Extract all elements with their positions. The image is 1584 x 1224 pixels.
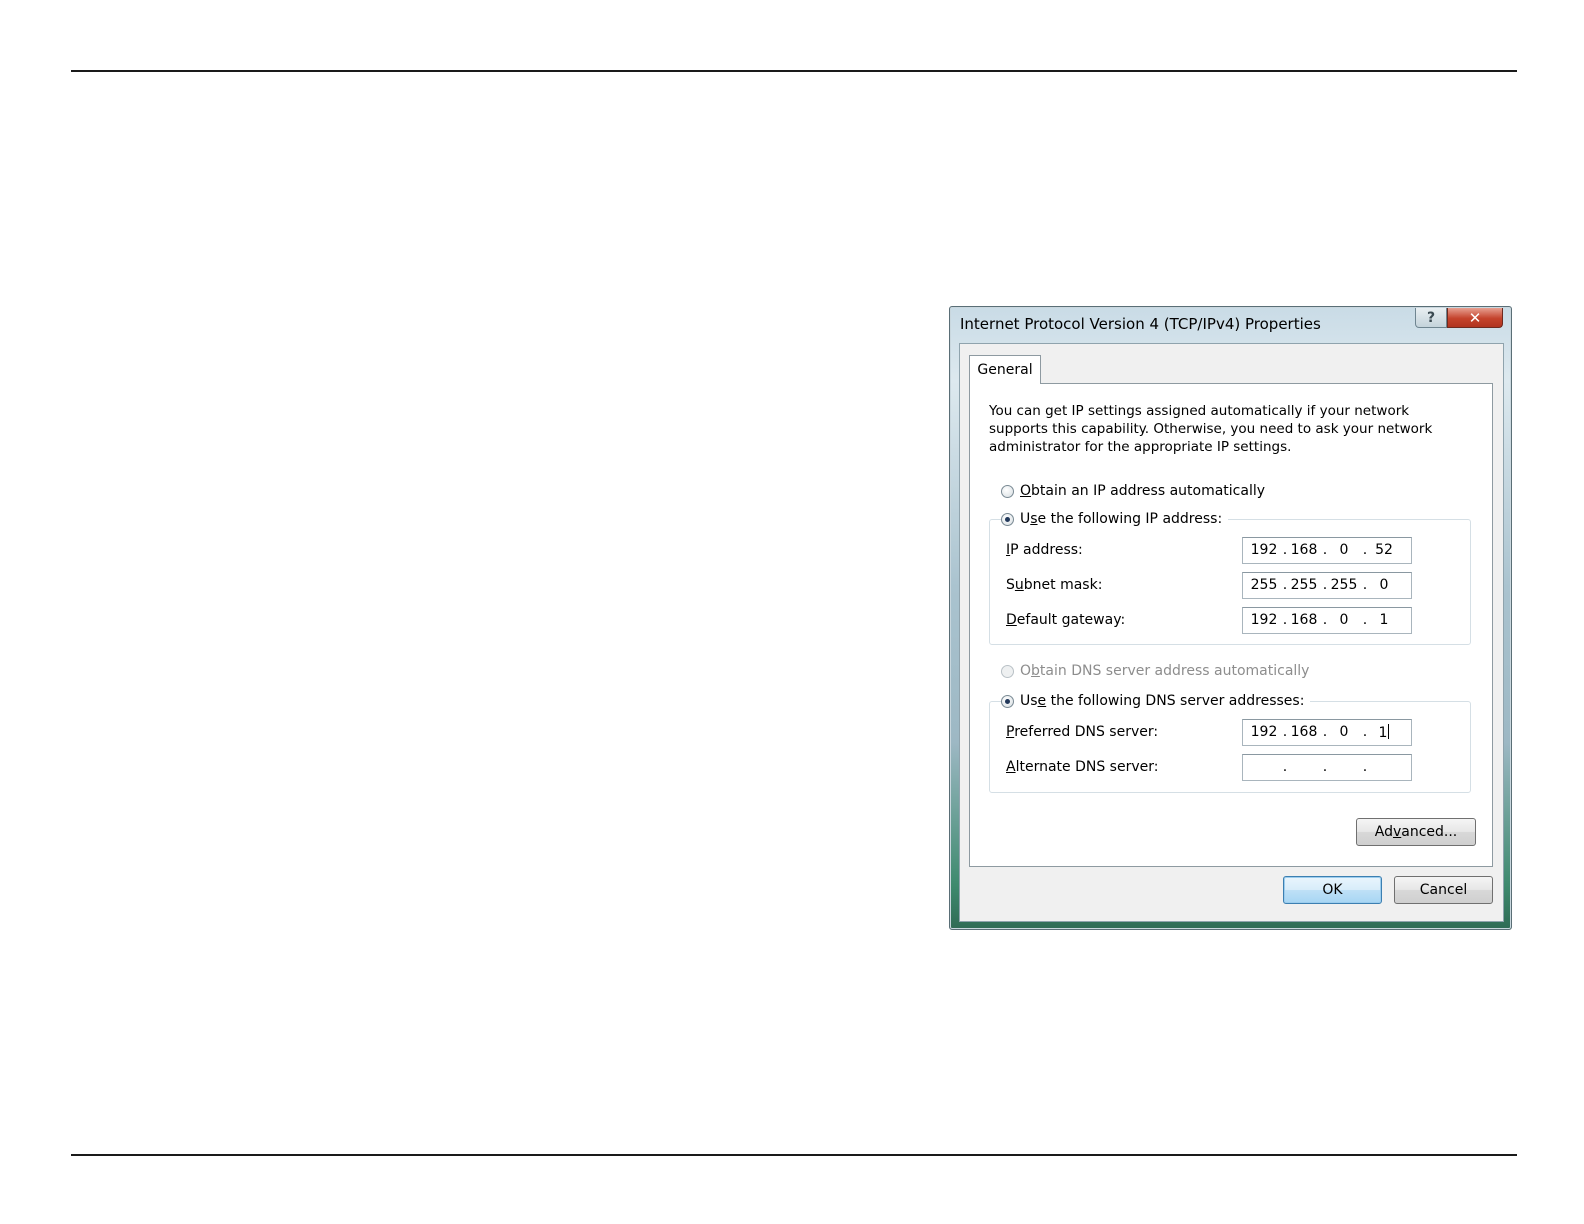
subnet-octet-2: 255 [1290, 577, 1318, 593]
octet-separator: . [1322, 724, 1328, 740]
octet-separator: . [1282, 577, 1288, 593]
default-gateway-input[interactable]: 192 . 168 . 0 . 1 [1242, 607, 1412, 634]
octet-separator: . [1282, 759, 1288, 775]
use-following-ip-radio[interactable]: Use the following IP address: [1001, 510, 1229, 528]
help-icon: ? [1426, 309, 1436, 326]
octet-separator: . [1322, 542, 1328, 558]
ip-address-group: IP address: 192 . 168 . 0 . 52 Subnet ma… [989, 519, 1471, 645]
subnet-mask-label: Subnet mask: [1006, 577, 1103, 593]
octet-separator: . [1322, 577, 1328, 593]
ip-address-input[interactable]: 192 . 168 . 0 . 52 [1242, 537, 1412, 564]
preferred-dns-label: Preferred DNS server: [1006, 724, 1159, 740]
preferred-dns-octet-4-wrap: 1 [1369, 724, 1399, 741]
subnet-octet-3: 255 [1330, 577, 1358, 593]
preferred-dns-octet-3: 0 [1339, 724, 1349, 740]
preferred-dns-octet-4: 1 [1378, 725, 1388, 741]
page-rule-top [71, 70, 1517, 72]
gateway-octet-2: 168 [1290, 612, 1318, 628]
subnet-mask-input[interactable]: 255 . 255 . 255 . 0 [1242, 572, 1412, 599]
close-icon: ✕ [1468, 308, 1482, 327]
octet-separator: . [1362, 612, 1368, 628]
octet-separator: . [1282, 724, 1288, 740]
octet-separator: . [1282, 612, 1288, 628]
gateway-octet-4: 1 [1379, 612, 1389, 628]
obtain-ip-auto-label: Obtain an IP address automatically [1020, 483, 1266, 499]
advanced-button-label: Advanced... [1374, 824, 1458, 840]
tab-general[interactable]: General [969, 355, 1041, 384]
gateway-octet-3: 0 [1339, 612, 1349, 628]
alternate-dns-input[interactable]: . . . [1242, 754, 1412, 781]
octet-separator: . [1362, 759, 1368, 775]
obtain-dns-auto-radio[interactable]: Obtain DNS server address automatically [1001, 662, 1309, 680]
subnet-octet-4: 0 [1379, 577, 1389, 593]
radio-unchecked-icon [1001, 484, 1014, 498]
obtain-ip-auto-radio[interactable]: Obtain an IP address automatically [1001, 482, 1265, 500]
radio-checked-icon [1001, 512, 1014, 526]
use-following-dns-label: Use the following DNS server addresses: [1020, 693, 1305, 709]
dialog-title: Internet Protocol Version 4 (TCP/IPv4) P… [960, 315, 1321, 333]
octet-separator: . [1322, 612, 1328, 628]
help-button[interactable]: ? [1415, 308, 1447, 328]
radio-checked-icon [1001, 694, 1014, 708]
octet-separator: . [1362, 542, 1368, 558]
ok-button[interactable]: OK [1283, 876, 1382, 904]
dialog-client-area: General You can get IP settings assigned… [959, 343, 1504, 922]
subnet-octet-1: 255 [1250, 577, 1278, 593]
dns-server-group: Preferred DNS server: 192 . 168 . 0 . 1 … [989, 701, 1471, 793]
ip-octet-1: 192 [1250, 542, 1278, 558]
preferred-dns-octet-1: 192 [1250, 724, 1278, 740]
preferred-dns-octet-2: 168 [1290, 724, 1318, 740]
ip-octet-2: 168 [1290, 542, 1318, 558]
ipv4-properties-dialog: Internet Protocol Version 4 (TCP/IPv4) P… [949, 306, 1512, 930]
text-caret [1388, 724, 1390, 739]
octet-separator: . [1362, 724, 1368, 740]
advanced-button[interactable]: Advanced... [1356, 818, 1476, 846]
gateway-octet-1: 192 [1250, 612, 1278, 628]
alternate-dns-label: Alternate DNS server: [1006, 759, 1159, 775]
preferred-dns-input[interactable]: 192 . 168 . 0 . 1 [1242, 719, 1412, 746]
use-following-ip-label: Use the following IP address: [1020, 511, 1223, 527]
octet-separator: . [1362, 577, 1368, 593]
close-button[interactable]: ✕ [1447, 308, 1503, 328]
octet-separator: . [1322, 759, 1328, 775]
use-following-dns-radio[interactable]: Use the following DNS server addresses: [1001, 692, 1311, 710]
general-tab-panel: You can get IP settings assigned automat… [969, 383, 1493, 867]
cancel-button[interactable]: Cancel [1394, 876, 1493, 904]
intro-text: You can get IP settings assigned automat… [989, 403, 1433, 455]
ip-address-label: IP address: [1006, 542, 1083, 558]
ip-octet-4: 52 [1375, 542, 1393, 558]
obtain-dns-auto-label: Obtain DNS server address automatically [1020, 663, 1310, 679]
default-gateway-label: Default gateway: [1006, 612, 1126, 628]
ip-octet-3: 0 [1339, 542, 1349, 558]
octet-separator: . [1282, 542, 1288, 558]
page-rule-bottom [71, 1154, 1517, 1156]
radio-disabled-icon [1001, 664, 1014, 678]
